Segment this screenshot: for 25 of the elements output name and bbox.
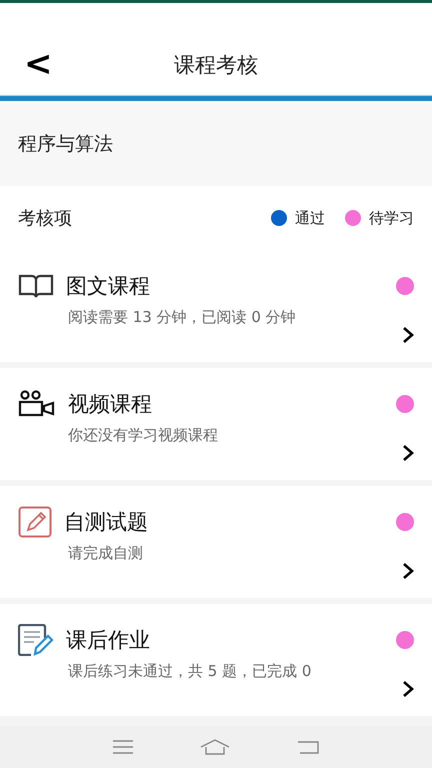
section-title: 考核项	[18, 207, 72, 230]
item-title: 视频课程	[68, 391, 153, 418]
book-icon	[18, 273, 54, 299]
item-description: 阅读需要 13 分钟，已阅读 0 分钟	[68, 308, 296, 327]
back-button[interactable]: <	[24, 47, 52, 81]
item-title: 自测试题	[64, 509, 149, 536]
legend-label: 待学习	[369, 208, 414, 228]
menu-icon[interactable]	[113, 740, 134, 754]
item-description: 你还没有学习视频课程	[68, 426, 218, 445]
legend-label: 通过	[295, 208, 325, 228]
page-title: 课程考核	[174, 52, 258, 79]
home-icon[interactable]	[200, 739, 230, 755]
chevron-right-icon	[402, 680, 414, 698]
item-description: 课后练习未通过，共 5 题，已完成 0	[68, 662, 312, 681]
chevron-right-icon	[402, 562, 414, 580]
video-camera-icon	[18, 390, 56, 418]
edit-icon	[18, 506, 52, 538]
chevron-right-icon	[402, 444, 414, 462]
document-edit-icon	[18, 624, 54, 656]
back-icon[interactable]	[296, 740, 319, 754]
chevron-right-icon	[402, 326, 414, 344]
course-name: 程序与算法	[18, 132, 113, 156]
item-description: 请完成自测	[68, 544, 143, 563]
item-title: 课后作业	[66, 627, 151, 654]
item-title: 图文课程	[66, 273, 151, 300]
